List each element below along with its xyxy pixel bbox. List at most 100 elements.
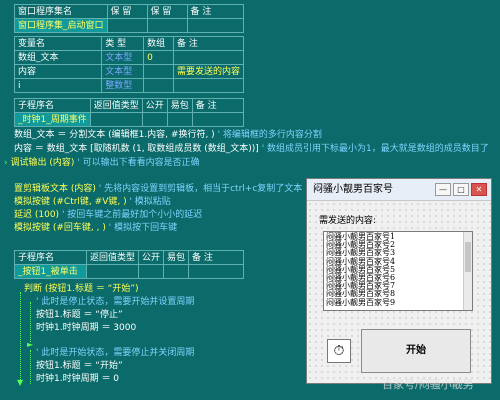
var-note-cell[interactable] [172, 50, 245, 65]
header-cell: 数组 [143, 36, 174, 51]
table-row[interactable]: i 整数型 [13, 78, 245, 93]
code-line[interactable]: › 调试输出 (内容) ' 可以输出下看看内容是否正确 [4, 158, 200, 169]
header-cell: 返回值类型 [85, 250, 140, 265]
code-statement: 时钟1.时钟周期 ＝ 0 [36, 374, 120, 384]
flow-arrow-icon: ► [27, 340, 34, 349]
code-line[interactable]: ' 此时是停止状态，需要开始并设置周期 [36, 297, 194, 308]
code-line[interactable]: 按钮1.标题 ＝ “停止” [36, 310, 123, 321]
code-line[interactable]: 模拟按键 (#回车键, , ) ' 模拟按下回车键 [14, 223, 177, 234]
code-line[interactable]: ' 此时是开始状态，需要停止并关闭周期 [36, 348, 194, 359]
code-line[interactable]: 时钟1.时钟周期 ＝ 0 [36, 374, 119, 385]
code-statement: 判断 (按钮1.标题 ＝ “开始”) [24, 284, 139, 294]
code-statement: 按钮1.标题 ＝ “停止” [36, 310, 123, 320]
var-name-cell[interactable]: 内容 [13, 64, 103, 79]
var-type-cell[interactable]: 文本型 [101, 50, 145, 65]
header-cell: 备 注 [186, 4, 245, 19]
form-designer-window[interactable]: 闷骚小靓男百家号 — □ ✕ 需发送的内容: 闷骚小靓男百家号1 闷骚小靓男百家… [306, 178, 492, 384]
table-cell[interactable] [191, 112, 245, 127]
var-array-cell[interactable]: 0 [143, 50, 174, 65]
code-statement: 调试输出 (内容) [10, 158, 75, 168]
window-assembly-table: 窗口程序集名 保 留 保 留 备 注 窗口程序集_启动窗口 [14, 4, 245, 33]
header-cell: 备 注 [191, 98, 245, 113]
code-line[interactable]: 模拟按键 (#Ctrl键, #V键, ) ' 模拟粘贴 [14, 197, 171, 208]
code-comment: ' 模拟粘贴 [129, 197, 171, 207]
code-line[interactable]: 时钟1.时钟周期 ＝ 3000 [36, 323, 136, 334]
header-cell: 返回值类型 [89, 98, 143, 113]
code-line[interactable]: 判断 (按钮1.标题 ＝ “开始”) [24, 284, 139, 295]
subroutine-name-cell[interactable]: _时钟1_周期事件 [14, 112, 91, 127]
flow-line [30, 350, 31, 384]
content-editbox[interactable]: 闷骚小靓男百家号1 闷骚小靓男百家号2 闷骚小靓男百家号3 闷骚小靓男百家号4 … [323, 231, 473, 311]
code-line[interactable]: 延迟 (100) ' 按回车键之前最好加个小小的延迟 [14, 210, 202, 221]
code-statement: 置剪辑板文本 (内容) [14, 184, 96, 194]
table-cell[interactable] [166, 112, 193, 127]
list-item: 闷骚小靓男百家号9 [326, 297, 396, 307]
table-row[interactable]: 数组_文本 文本型 0 [13, 50, 245, 65]
window-title: 闷骚小靓男百家号 [313, 184, 393, 195]
code-statement: 模拟按键 (#回车键, , ) [14, 223, 106, 233]
minimize-button[interactable]: — [435, 183, 451, 196]
table-cell[interactable] [85, 264, 140, 279]
stopwatch-icon[interactable]: ⏱ [327, 339, 351, 363]
header-cell: 保 留 [106, 4, 148, 19]
code-statement: 时钟1.时钟周期 ＝ 3000 [36, 323, 137, 333]
var-type-cell[interactable]: 文本型 [101, 64, 145, 79]
flow-arrow-icon: ▼ [17, 378, 24, 387]
var-name-cell[interactable]: 数组_文本 [13, 50, 103, 65]
code-line[interactable]: 数组_文本 ＝ 分割文本 (编辑框1.内容, #换行符, ) ' 将编辑框的多行… [14, 130, 322, 141]
close-button[interactable]: ✕ [471, 183, 487, 196]
code-statement: 数组_文本 ＝ 分割文本 (编辑框1.内容, #换行符, ) [14, 130, 215, 140]
table-cell[interactable] [138, 264, 165, 279]
assembly-name-cell[interactable]: 窗口程序集_启动窗口 [14, 18, 108, 33]
scrollbar-thumb[interactable] [465, 242, 471, 272]
var-type-cell[interactable]: 整数型 [101, 78, 145, 93]
table-cell[interactable] [106, 18, 148, 33]
breakpoint-icon: › [4, 158, 8, 168]
header-cell: 变量名 [13, 36, 103, 51]
header-cell: 公开 [141, 98, 168, 113]
code-comment: ' 可以输出下看看内容是否正确 [77, 158, 200, 168]
header-cell: 易包 [163, 250, 190, 265]
code-line[interactable]: 内容 ＝ 数组_文本 [取随机数 (1, 取数组成员数 (数组_文本))] ' … [14, 144, 489, 155]
table-cell[interactable] [163, 264, 190, 279]
header-cell: 子程序名 [14, 98, 91, 113]
subroutine-table-button: 子程序名 返回值类型 公开 易包 备 注 _按钮1_被单击 [14, 250, 244, 279]
vertical-scrollbar[interactable] [463, 232, 472, 310]
code-line[interactable]: 按钮1.标题 ＝ “开始” [36, 361, 123, 372]
var-note-cell[interactable]: 需要发送的内容 [172, 64, 245, 79]
code-line[interactable]: 置剪辑板文本 (内容) ' 先将内容设置到剪辑板，相当于ctrl+c复制了文本 [14, 184, 302, 195]
var-array-cell[interactable] [143, 78, 174, 93]
code-statement: 按钮1.标题 ＝ “开始” [36, 361, 123, 371]
window-titlebar[interactable]: 闷骚小靓男百家号 — □ ✕ [307, 179, 491, 201]
code-statement: 延迟 (100) [14, 210, 60, 220]
content-label: 需发送的内容: [319, 216, 377, 226]
code-comment: ' 先将内容设置到剪辑板，相当于ctrl+c复制了文本 [98, 184, 303, 194]
header-cell: 易包 [166, 98, 193, 113]
header-cell: 公开 [138, 250, 165, 265]
var-array-cell[interactable] [143, 64, 174, 79]
subroutine-name-cell[interactable]: _按钮1_被单击 [14, 264, 87, 279]
var-name-cell[interactable]: i [13, 78, 103, 93]
watermark: 百家号/闷骚小靓男 [382, 378, 474, 391]
code-statement: 模拟按键 (#Ctrl键, #V键, ) [14, 197, 127, 207]
start-button[interactable]: 开始 [361, 329, 471, 373]
var-note-cell[interactable] [172, 78, 245, 93]
table-cell[interactable] [188, 264, 244, 279]
table-cell[interactable] [141, 112, 168, 127]
form-canvas[interactable]: 需发送的内容: 闷骚小靓男百家号1 闷骚小靓男百家号2 闷骚小靓男百家号3 闷骚… [307, 201, 491, 383]
code-comment: ' 此时是开始状态，需要停止并关闭周期 [36, 348, 195, 358]
header-cell: 子程序名 [14, 250, 87, 265]
header-cell: 备 注 [172, 36, 245, 51]
code-comment: ' 模拟按下回车键 [108, 223, 178, 233]
code-comment: ' 将编辑框的多行内容分割 [217, 130, 322, 140]
maximize-button[interactable]: □ [453, 183, 469, 196]
table-cell[interactable] [186, 18, 245, 33]
code-comment: ' 按回车键之前最好加个小小的延迟 [61, 210, 203, 220]
table-row[interactable]: 内容 文本型 需要发送的内容 [13, 64, 245, 79]
variable-table: 变量名 类 型 数组 备 注 数组_文本 文本型 0 内容 文本型 需要发送的内… [13, 36, 245, 93]
flow-line [30, 302, 31, 342]
header-cell: 备 注 [188, 250, 244, 265]
table-cell[interactable] [89, 112, 143, 127]
header-cell: 窗口程序集名 [14, 4, 108, 19]
table-cell[interactable] [146, 18, 188, 33]
